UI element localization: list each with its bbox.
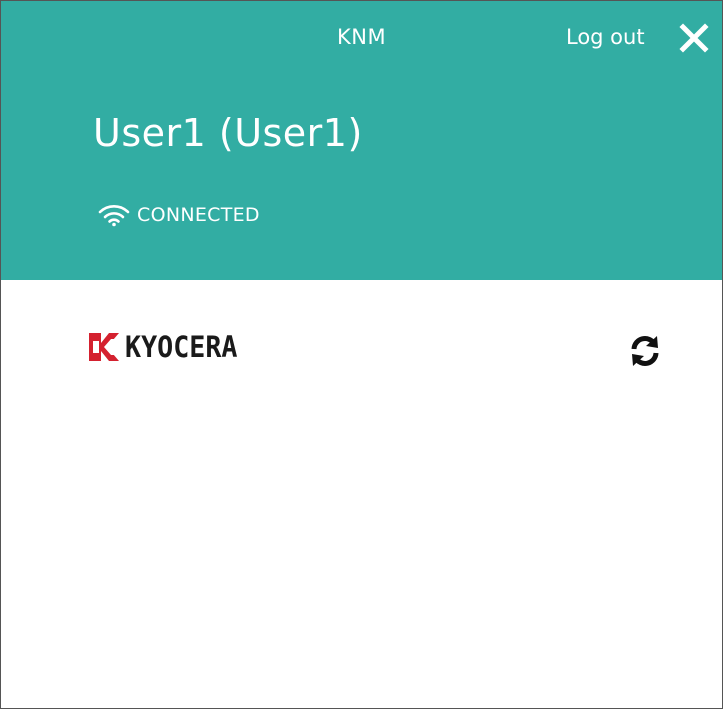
refresh-button[interactable]: [627, 333, 663, 369]
connection-status: CONNECTED: [97, 201, 260, 229]
wifi-icon: [98, 205, 130, 227]
app-title: KNM: [337, 25, 387, 49]
app-window: KNM Log out User1 (User1) CONNECTED KYOC…: [0, 0, 723, 709]
close-icon: [679, 23, 709, 53]
close-button[interactable]: [677, 21, 711, 55]
kyocera-logo-icon: [89, 333, 119, 361]
main-content: KYOCERA: [1, 280, 722, 708]
brand-name: KYOCERA: [125, 330, 238, 364]
refresh-icon: [631, 336, 659, 366]
brand-logo: KYOCERA: [87, 331, 247, 363]
logout-link[interactable]: Log out: [566, 23, 645, 51]
header-bar: KNM Log out User1 (User1) CONNECTED: [1, 1, 722, 280]
user-display-name: User1 (User1): [93, 111, 363, 155]
status-text: CONNECTED: [137, 204, 260, 226]
